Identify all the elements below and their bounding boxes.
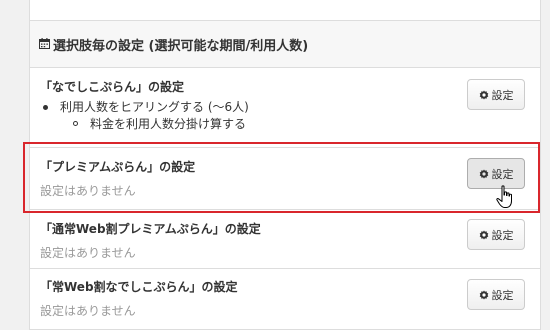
setting-row-nadeshiko: 「なでしこぷらん」の設定 利用人数をヒアリングする (〜6人) 料金を利用人数分… bbox=[30, 68, 540, 148]
sub-list-item: 料金を利用人数分掛け算する bbox=[40, 116, 249, 133]
settings-button-label: 設定 bbox=[491, 228, 514, 242]
settings-button-label: 設定 bbox=[491, 88, 514, 102]
hand-pointer-icon bbox=[496, 185, 512, 208]
empty-settings-text: 設定はありません bbox=[40, 184, 136, 198]
settings-panel: 選択肢毎の設定 (選択可能な期間/利用人数) 「なでしこぷらん」の設定 利用人数… bbox=[29, 0, 541, 330]
row-title: 「なでしこぷらん」の設定 bbox=[40, 80, 185, 94]
gear-icon bbox=[479, 169, 488, 178]
row-title: 「常Web割なでしこぷらん」の設定 bbox=[40, 280, 238, 294]
setting-row-web-premium: 「通常Web割プレミアムぷらん」の設定 設定はありません 設定 bbox=[30, 210, 540, 269]
bullet-dot bbox=[43, 105, 48, 110]
setting-row-web-nadeshiko: 「常Web割なでしこぷらん」の設定 設定はありません 設定 bbox=[30, 269, 540, 329]
settings-button-label: 設定 bbox=[491, 288, 514, 302]
settings-button[interactable]: 設定 bbox=[467, 79, 525, 110]
row-title: 「プレミアムぷらん」の設定 bbox=[40, 160, 196, 174]
sub-list-item-text: 料金を利用人数分掛け算する bbox=[90, 117, 247, 131]
settings-button-label: 設定 bbox=[491, 167, 514, 181]
row-title: 「通常Web割プレミアムぷらん」の設定 bbox=[40, 222, 261, 236]
list-item-text: 利用人数をヒアリングする (〜6人) bbox=[60, 100, 249, 114]
empty-settings-text: 設定はありません bbox=[40, 246, 136, 260]
panel-title: 選択肢毎の設定 (選択可能な期間/利用人数) bbox=[53, 39, 309, 54]
setting-row-premium: 「プレミアムぷらん」の設定 設定はありません 設定 bbox=[30, 148, 540, 210]
gear-icon bbox=[479, 290, 488, 299]
bullet-circle bbox=[73, 121, 78, 126]
gear-icon bbox=[479, 90, 488, 99]
settings-button[interactable]: 設定 bbox=[467, 219, 525, 250]
list-item: 利用人数をヒアリングする (〜6人) bbox=[40, 99, 249, 116]
calendar-icon bbox=[39, 38, 50, 49]
empty-settings-text: 設定はありません bbox=[40, 304, 136, 318]
gear-icon bbox=[479, 230, 488, 239]
panel-header: 選択肢毎の設定 (選択可能な期間/利用人数) bbox=[30, 21, 540, 68]
bullet-list: 利用人数をヒアリングする (〜6人) 料金を利用人数分掛け算する bbox=[40, 99, 249, 133]
settings-button[interactable]: 設定 bbox=[467, 279, 525, 310]
